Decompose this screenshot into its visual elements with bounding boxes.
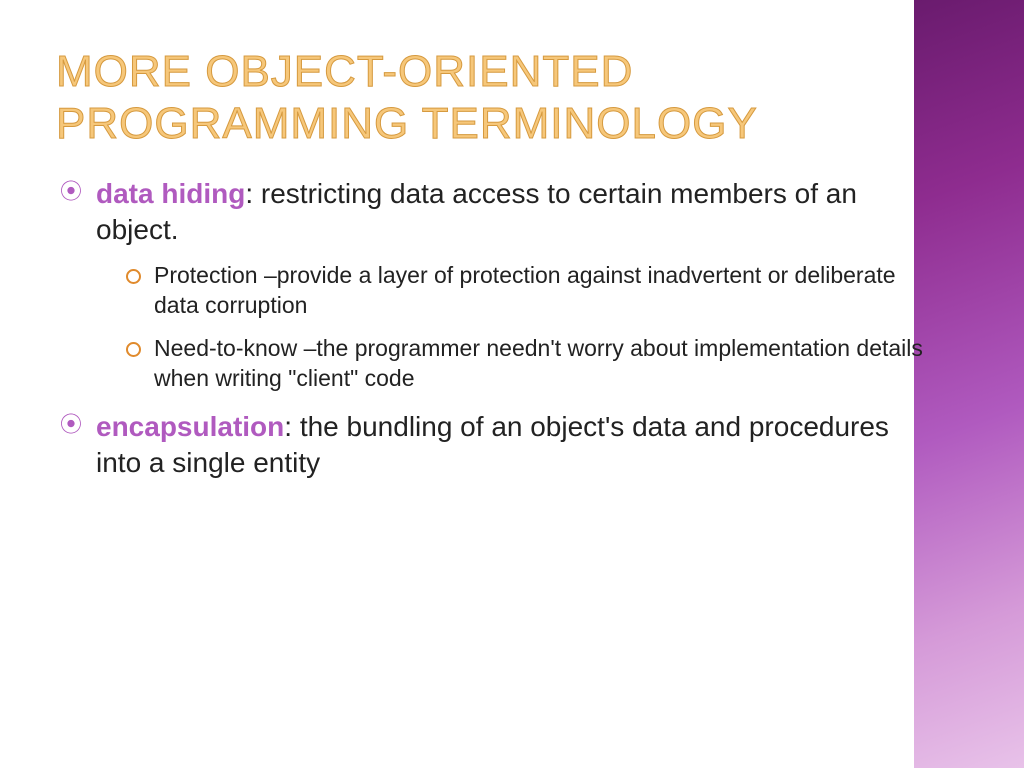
bullet-item: encapsulation: the bundling of an object… [60, 409, 936, 481]
sub-bullet-item: Need-to-know –the programmer needn't wor… [126, 334, 936, 393]
bullet-list: data hiding: restricting data access to … [60, 176, 936, 481]
bullet-item: data hiding: restricting data access to … [60, 176, 936, 393]
sub-bullet-item: Protection –provide a layer of protectio… [126, 261, 936, 320]
slide-content: More Object-Oriented Programming Termino… [56, 46, 936, 497]
slide-title: More Object-Oriented Programming Termino… [56, 46, 936, 150]
term: encapsulation [96, 411, 284, 442]
sub-bullet-list: Protection –provide a layer of protectio… [126, 261, 936, 393]
term: data hiding [96, 178, 245, 209]
slide: More Object-Oriented Programming Termino… [0, 0, 1024, 768]
